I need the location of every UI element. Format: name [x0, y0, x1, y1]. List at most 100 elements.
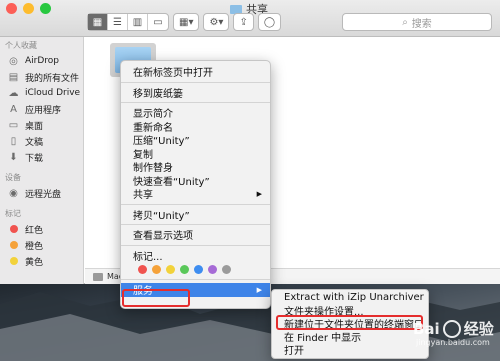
menu-item-tags[interactable]: 标记... — [121, 249, 270, 263]
menu-item-quick-look[interactable]: 快速查看“Unity” — [121, 174, 270, 188]
menu-item-label: 共享 — [133, 190, 153, 202]
menu-item-get-info[interactable]: 显示简介 — [121, 106, 270, 120]
zoom-button[interactable] — [40, 3, 51, 14]
sidebar-item-label: AirDrop — [25, 56, 60, 66]
gear-icon: ⚙▾ — [209, 16, 224, 28]
purple-tag-icon[interactable] — [208, 264, 217, 274]
sidebar-item-label: iCloud Drive — [25, 88, 81, 98]
menu-item-share[interactable]: 共享 ▶ — [121, 187, 270, 202]
group-button[interactable]: ▦▾ — [173, 13, 200, 31]
search-placeholder: 搜索 — [411, 18, 432, 30]
red-tag-icon — [9, 225, 18, 233]
close-button[interactable] — [6, 3, 17, 14]
menu-item-label: 拷贝“Unity” — [133, 210, 190, 222]
context-menu: 在新标签页中打开 移到废纸篓 显示简介 重新命名 压缩“Unity” 复制 制作… — [120, 60, 271, 309]
watermark-brand: Bai — [413, 319, 440, 338]
hard-drive-icon — [93, 272, 103, 281]
paw-logo-icon — [442, 319, 461, 338]
orange-tag-icon[interactable] — [152, 264, 161, 274]
gray-tag-icon[interactable] — [222, 264, 231, 274]
watermark-text: 经验 — [463, 320, 494, 338]
menu-item-open-new-tab[interactable]: 在新标签页中打开 — [121, 65, 270, 79]
sidebar-item-tag-orange[interactable]: 橙色 — [0, 237, 83, 253]
menu-item-move-to-trash[interactable]: 移到废纸篓 — [121, 86, 270, 100]
menu-separator — [121, 244, 270, 246]
sidebar-item-downloads[interactable]: ⬇ 下载 — [0, 149, 83, 165]
submenu-item-label: 打开 — [284, 346, 304, 357]
menu-item-copy[interactable]: 拷贝“Unity” — [121, 208, 270, 222]
window-controls — [6, 3, 51, 14]
action-button[interactable]: ⚙▾ — [203, 13, 230, 31]
menu-item-make-alias[interactable]: 制作替身 — [121, 160, 270, 174]
menu-item-view-options[interactable]: 查看显示选项 — [121, 228, 270, 242]
orange-tag-icon — [9, 241, 18, 249]
apps-icon: A — [10, 103, 17, 115]
sidebar-item-desktop[interactable]: ▭ 桌面 — [0, 117, 83, 133]
tag-color-row — [121, 262, 270, 276]
sidebar-section-tags: 标记 — [5, 209, 21, 218]
highlight-box-services — [122, 289, 190, 307]
menu-separator — [121, 102, 270, 103]
watermark-url: jingyan.baidu.com — [416, 338, 490, 347]
sidebar-item-documents[interactable]: ▯ 文稿 — [0, 133, 83, 149]
menu-item-label: 在新标签页中打开 — [133, 68, 213, 80]
toolbar: ▦ ☰ ▥ ▭ ▦▾ ⚙▾ ⇪ ◯ — [87, 13, 282, 31]
cloud-icon: ☁ — [8, 87, 19, 99]
red-tag-icon[interactable] — [138, 264, 147, 274]
tag-button[interactable]: ◯ — [257, 13, 282, 31]
title-bar: 共享 ▦ ☰ ▥ ▭ ▦▾ ⚙▾ ⇪ ◯ ⌕ 搜索 — [0, 0, 500, 37]
yellow-tag-icon — [9, 257, 18, 265]
submenu-item-open[interactable]: 打开 — [272, 343, 428, 357]
highlight-box-new-terminal — [276, 315, 423, 330]
sidebar-item-label: 橙色 — [25, 241, 44, 252]
share-button[interactable]: ⇪ — [233, 13, 254, 31]
sidebar-item-all-files[interactable]: ▤ 我的所有文件 — [0, 69, 83, 85]
disc-icon: ◉ — [9, 187, 18, 199]
search-input[interactable]: ⌕ 搜索 — [342, 13, 492, 31]
sidebar-section-favorites: 个人收藏 — [5, 41, 37, 50]
menu-item-rename[interactable]: 重新命名 — [121, 120, 270, 134]
sidebar-item-airdrop[interactable]: ◎ AirDrop — [0, 53, 83, 69]
sidebar-item-label: 桌面 — [25, 121, 44, 132]
menu-separator — [121, 81, 270, 83]
sidebar: 个人收藏 ◎ AirDrop ▤ 我的所有文件 ☁ iCloud Drive A… — [0, 37, 84, 284]
sidebar-item-applications[interactable]: A 应用程序 — [0, 101, 83, 117]
sidebar-item-label: 下载 — [25, 153, 44, 164]
green-tag-icon[interactable] — [180, 264, 189, 274]
sidebar-item-icloud[interactable]: ☁ iCloud Drive — [0, 85, 83, 101]
menu-item-label: 标记... — [133, 251, 163, 263]
sidebar-item-tag-red[interactable]: 红色 — [0, 221, 83, 237]
blue-tag-icon[interactable] — [194, 264, 203, 274]
sidebar-item-label: 红色 — [25, 225, 44, 236]
view-switcher: ▦ ☰ ▥ ▭ — [87, 13, 169, 31]
download-icon: ⬇ — [9, 151, 18, 163]
menu-separator — [121, 224, 270, 225]
share-icon: ⇪ — [239, 16, 248, 28]
tag-icon: ◯ — [263, 16, 276, 28]
column-view-icon[interactable]: ▥ — [128, 14, 148, 30]
sidebar-item-label: 我的所有文件 — [25, 73, 80, 84]
sidebar-item-tag-yellow[interactable]: 黄色 — [0, 253, 83, 269]
gallery-view-icon[interactable]: ▭ — [148, 14, 168, 30]
minimize-button[interactable] — [23, 3, 34, 14]
airdrop-icon: ◎ — [9, 55, 18, 67]
menu-separator — [121, 279, 270, 280]
menu-separator — [121, 203, 270, 205]
list-view-icon[interactable]: ☰ — [108, 14, 128, 30]
menu-item-label: 查看显示选项 — [133, 231, 193, 243]
sidebar-item-label: 远程光盘 — [25, 189, 62, 200]
grid-view-icon[interactable]: ▦ — [88, 14, 108, 30]
submenu-arrow-icon: ▶ — [256, 189, 262, 198]
sidebar-item-label: 应用程序 — [25, 105, 62, 116]
menu-item-label: 移到废纸篓 — [133, 88, 183, 100]
files-icon: ▤ — [8, 71, 19, 83]
menu-item-duplicate[interactable]: 复制 — [121, 147, 270, 161]
yellow-tag-icon[interactable] — [166, 264, 175, 274]
submenu-item-label: Extract with iZip Unarchiver — [284, 292, 424, 303]
group-icon: ▦▾ — [179, 16, 194, 28]
sidebar-item-remote-disc[interactable]: ◉ 远程光盘 — [0, 185, 83, 201]
search-icon: ⌕ — [402, 16, 408, 28]
menu-item-compress[interactable]: 压缩“Unity” — [121, 133, 270, 147]
desktop-icon: ▭ — [8, 119, 19, 131]
watermark: Bai 经验 — [413, 318, 494, 339]
